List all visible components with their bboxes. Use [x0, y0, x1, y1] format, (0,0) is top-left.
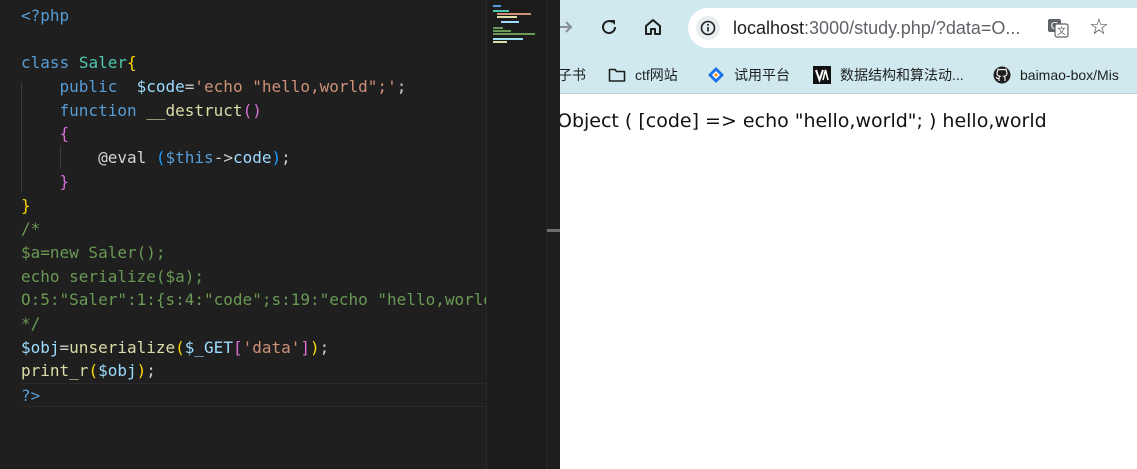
minimap-line [493, 27, 503, 29]
bookmark-label: 试用平台 [734, 67, 790, 83]
browser-toolbar: localhost:3000/study.php/?data=O... G文 ☆ [560, 0, 1137, 56]
star-icon[interactable]: ☆ [1086, 14, 1112, 40]
translate-icon[interactable]: G文 [1046, 16, 1070, 40]
code-line: { [21, 122, 486, 146]
brace: { [126, 53, 137, 73]
code-editor[interactable]: ‾‾ ‾ <?php class Saler{ public $code='ec… [0, 0, 560, 469]
brace: { [59, 124, 70, 144]
variable: $obj [21, 337, 60, 357]
svg-text:文: 文 [1057, 25, 1066, 37]
minimap-line [497, 16, 517, 18]
scrollbar-thumb[interactable] [547, 229, 560, 232]
url-path: :3000/study.php/?data=O... [804, 18, 1021, 38]
code-line: echo serialize($a); [21, 266, 205, 286]
vertical-scrollbar[interactable] [546, 0, 560, 469]
paren: ) [310, 337, 320, 357]
site-info-icon[interactable] [696, 16, 720, 40]
browser-window: localhost:3000/study.php/?data=O... G文 ☆… [560, 0, 1137, 469]
bookmark-item[interactable]: baimao-box/Mis [993, 64, 1119, 86]
minimap-line [493, 41, 507, 43]
php-close-tag: ?> [21, 386, 41, 405]
home-icon[interactable] [640, 14, 666, 40]
code-line: $a=new Saler(); [21, 242, 166, 262]
github-icon [993, 66, 1011, 84]
paren: () [242, 100, 262, 120]
minimap-line [497, 13, 531, 15]
bookmark-label: 子书 [560, 67, 586, 83]
minimap-line [493, 33, 535, 35]
code-line: class Saler{ [21, 51, 486, 75]
paren: ( [175, 337, 185, 357]
brace: } [59, 171, 70, 191]
code-line: @eval ($this->code); [98, 148, 291, 168]
keyword: class [21, 53, 70, 73]
code-line: function __destruct() [21, 99, 486, 123]
reload-icon[interactable] [596, 14, 622, 40]
code-line: O:5:"Saler":1:{s:4:"code";s:19:"echo "he… [21, 290, 494, 310]
property: code [232, 148, 272, 168]
variable: $_GET [184, 337, 233, 357]
minimap[interactable] [486, 0, 546, 469]
minimap-line [501, 21, 519, 23]
url-host: localhost [733, 18, 805, 38]
minimap-line [493, 5, 501, 7]
code-line: */ [21, 313, 41, 333]
variable: $code [136, 77, 185, 97]
paren: ( [155, 148, 166, 168]
minimap-line [493, 38, 523, 40]
code-line: $obj=unserialize($_GET['data']); [21, 337, 330, 357]
minimap-line [493, 10, 509, 12]
string-literal: 'data' [242, 337, 301, 357]
bookmark-item[interactable]: 数据结构和算法动... [813, 64, 964, 86]
bookmark-item[interactable]: 试用平台 [707, 64, 790, 86]
string-literal: 'echo "hello,world";' [194, 77, 397, 97]
keyword: public [59, 77, 118, 97]
bookmark-logo-icon [707, 66, 725, 84]
minimap-line [493, 30, 511, 32]
code-line: print_r($obj); [21, 361, 156, 381]
paren: ( [88, 361, 99, 381]
code-lines[interactable]: <?php class Saler{ public $code='echo "h… [21, 4, 494, 407]
bookmark-item[interactable]: 子书 [560, 64, 586, 86]
function-name: @eval [98, 148, 147, 168]
code-line: public $code='echo "hello,world";'; [59, 77, 407, 97]
page-output-text: Object ( [code] => echo "hello,world"; )… [560, 110, 1047, 132]
function-name: print_r [21, 361, 89, 381]
code-line-current: ?> [21, 383, 486, 407]
code-line: /* [21, 219, 41, 239]
class-name: Saler [78, 53, 127, 73]
function-name: unserialize [69, 337, 176, 357]
paren: ) [136, 361, 147, 381]
paren: ) [271, 148, 282, 168]
bookmark-label: ctf网站 [635, 67, 678, 83]
code-line: } [21, 170, 486, 194]
folder-icon [608, 66, 626, 84]
code-line: <?php [21, 4, 486, 28]
bookmark-item[interactable]: ctf网站 [608, 64, 678, 86]
address-bar[interactable]: localhost:3000/study.php/?data=O... G文 ☆ [688, 8, 1137, 48]
keyword: function [59, 100, 137, 120]
forward-arrow-icon[interactable] [560, 14, 578, 40]
php-open-tag: <?php [21, 6, 70, 25]
bracket: [ [232, 337, 243, 357]
bookmark-label: baimao-box/Mis [1020, 67, 1119, 83]
function-name: __destruct [146, 100, 243, 120]
variable: $this [165, 148, 214, 168]
visualgo-icon [813, 66, 831, 84]
bracket: ] [300, 337, 311, 357]
url-text[interactable]: localhost:3000/study.php/?data=O... [733, 18, 1020, 39]
variable: $obj [98, 361, 137, 381]
brace: } [21, 195, 31, 215]
code-line: } [21, 194, 486, 218]
bookmark-label: 数据结构和算法动... [840, 67, 964, 83]
